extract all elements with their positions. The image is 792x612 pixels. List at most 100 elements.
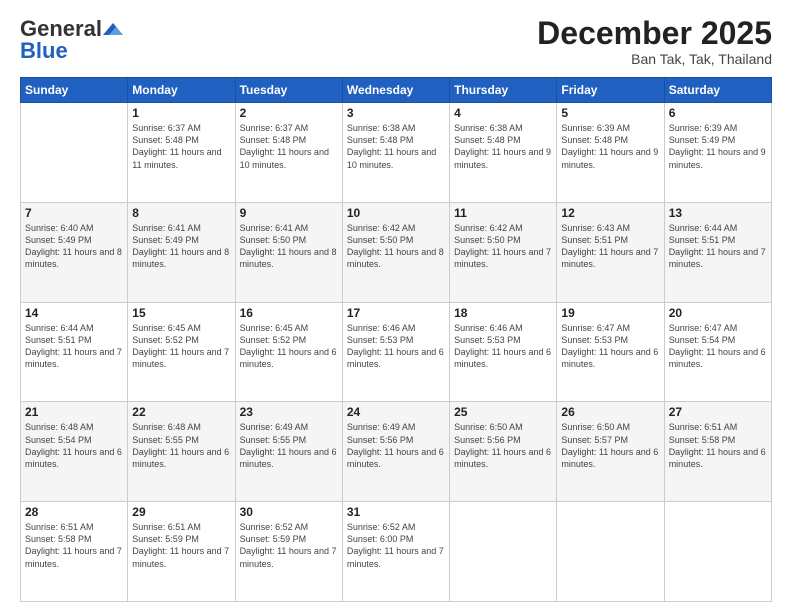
- day-info: Sunrise: 6:39 AM Sunset: 5:48 PM Dayligh…: [561, 122, 659, 171]
- table-row: 6 Sunrise: 6:39 AM Sunset: 5:49 PM Dayli…: [664, 103, 771, 203]
- day-info: Sunrise: 6:48 AM Sunset: 5:55 PM Dayligh…: [132, 421, 230, 470]
- day-number: 9: [240, 206, 338, 220]
- header: General Blue December 2025 Ban Tak, Tak,…: [20, 16, 772, 67]
- sunrise-text: Sunrise: 6:38 AM: [454, 122, 552, 134]
- page: General Blue December 2025 Ban Tak, Tak,…: [0, 0, 792, 612]
- sunrise-text: Sunrise: 6:46 AM: [347, 322, 445, 334]
- table-row: 3 Sunrise: 6:38 AM Sunset: 5:48 PM Dayli…: [342, 103, 449, 203]
- daylight-text: Daylight: 11 hours and 6 minutes.: [25, 446, 123, 470]
- logo-blue: Blue: [20, 38, 68, 64]
- table-row: 31 Sunrise: 6:52 AM Sunset: 6:00 PM Dayl…: [342, 502, 449, 602]
- sunrise-text: Sunrise: 6:45 AM: [132, 322, 230, 334]
- table-row: 26 Sunrise: 6:50 AM Sunset: 5:57 PM Dayl…: [557, 402, 664, 502]
- daylight-text: Daylight: 11 hours and 10 minutes.: [347, 146, 445, 170]
- day-number: 18: [454, 306, 552, 320]
- daylight-text: Daylight: 11 hours and 7 minutes.: [454, 246, 552, 270]
- table-row: 12 Sunrise: 6:43 AM Sunset: 5:51 PM Dayl…: [557, 202, 664, 302]
- table-row: 9 Sunrise: 6:41 AM Sunset: 5:50 PM Dayli…: [235, 202, 342, 302]
- col-tuesday: Tuesday: [235, 78, 342, 103]
- day-info: Sunrise: 6:46 AM Sunset: 5:53 PM Dayligh…: [347, 322, 445, 371]
- day-number: 24: [347, 405, 445, 419]
- day-number: 31: [347, 505, 445, 519]
- day-number: 11: [454, 206, 552, 220]
- daylight-text: Daylight: 11 hours and 11 minutes.: [132, 146, 230, 170]
- daylight-text: Daylight: 11 hours and 6 minutes.: [669, 346, 767, 370]
- daylight-text: Daylight: 11 hours and 7 minutes.: [240, 545, 338, 569]
- calendar-week-1: 7 Sunrise: 6:40 AM Sunset: 5:49 PM Dayli…: [21, 202, 772, 302]
- day-info: Sunrise: 6:41 AM Sunset: 5:49 PM Dayligh…: [132, 222, 230, 271]
- calendar-week-3: 21 Sunrise: 6:48 AM Sunset: 5:54 PM Dayl…: [21, 402, 772, 502]
- sunset-text: Sunset: 5:48 PM: [347, 134, 445, 146]
- sunrise-text: Sunrise: 6:37 AM: [132, 122, 230, 134]
- sunset-text: Sunset: 5:59 PM: [240, 533, 338, 545]
- col-friday: Friday: [557, 78, 664, 103]
- col-wednesday: Wednesday: [342, 78, 449, 103]
- table-row: 15 Sunrise: 6:45 AM Sunset: 5:52 PM Dayl…: [128, 302, 235, 402]
- table-row: 21 Sunrise: 6:48 AM Sunset: 5:54 PM Dayl…: [21, 402, 128, 502]
- day-number: 26: [561, 405, 659, 419]
- day-number: 6: [669, 106, 767, 120]
- day-number: 19: [561, 306, 659, 320]
- sunset-text: Sunset: 5:48 PM: [454, 134, 552, 146]
- col-saturday: Saturday: [664, 78, 771, 103]
- daylight-text: Daylight: 11 hours and 6 minutes.: [561, 346, 659, 370]
- sunset-text: Sunset: 5:55 PM: [240, 434, 338, 446]
- sunset-text: Sunset: 5:53 PM: [347, 334, 445, 346]
- table-row: 16 Sunrise: 6:45 AM Sunset: 5:52 PM Dayl…: [235, 302, 342, 402]
- sunset-text: Sunset: 5:52 PM: [240, 334, 338, 346]
- day-number: 27: [669, 405, 767, 419]
- title-area: December 2025 Ban Tak, Tak, Thailand: [537, 16, 772, 67]
- day-number: 23: [240, 405, 338, 419]
- day-number: 2: [240, 106, 338, 120]
- day-info: Sunrise: 6:37 AM Sunset: 5:48 PM Dayligh…: [240, 122, 338, 171]
- day-number: 4: [454, 106, 552, 120]
- day-info: Sunrise: 6:38 AM Sunset: 5:48 PM Dayligh…: [454, 122, 552, 171]
- day-number: 22: [132, 405, 230, 419]
- daylight-text: Daylight: 11 hours and 6 minutes.: [454, 446, 552, 470]
- sunrise-text: Sunrise: 6:52 AM: [347, 521, 445, 533]
- daylight-text: Daylight: 11 hours and 7 minutes.: [132, 545, 230, 569]
- sunset-text: Sunset: 5:50 PM: [454, 234, 552, 246]
- sunset-text: Sunset: 5:58 PM: [25, 533, 123, 545]
- day-info: Sunrise: 6:44 AM Sunset: 5:51 PM Dayligh…: [25, 322, 123, 371]
- month-title: December 2025: [537, 16, 772, 51]
- sunrise-text: Sunrise: 6:52 AM: [240, 521, 338, 533]
- day-number: 15: [132, 306, 230, 320]
- day-info: Sunrise: 6:38 AM Sunset: 5:48 PM Dayligh…: [347, 122, 445, 171]
- day-info: Sunrise: 6:50 AM Sunset: 5:57 PM Dayligh…: [561, 421, 659, 470]
- daylight-text: Daylight: 11 hours and 7 minutes.: [25, 545, 123, 569]
- sunset-text: Sunset: 5:58 PM: [669, 434, 767, 446]
- sunset-text: Sunset: 5:49 PM: [669, 134, 767, 146]
- col-sunday: Sunday: [21, 78, 128, 103]
- daylight-text: Daylight: 11 hours and 8 minutes.: [25, 246, 123, 270]
- sunset-text: Sunset: 5:48 PM: [240, 134, 338, 146]
- table-row: 22 Sunrise: 6:48 AM Sunset: 5:55 PM Dayl…: [128, 402, 235, 502]
- day-info: Sunrise: 6:52 AM Sunset: 5:59 PM Dayligh…: [240, 521, 338, 570]
- day-number: 14: [25, 306, 123, 320]
- day-info: Sunrise: 6:51 AM Sunset: 5:59 PM Dayligh…: [132, 521, 230, 570]
- logo: General Blue: [20, 16, 124, 64]
- day-number: 13: [669, 206, 767, 220]
- day-info: Sunrise: 6:51 AM Sunset: 5:58 PM Dayligh…: [669, 421, 767, 470]
- daylight-text: Daylight: 11 hours and 6 minutes.: [347, 446, 445, 470]
- sunset-text: Sunset: 5:54 PM: [669, 334, 767, 346]
- sunset-text: Sunset: 5:49 PM: [25, 234, 123, 246]
- day-info: Sunrise: 6:46 AM Sunset: 5:53 PM Dayligh…: [454, 322, 552, 371]
- sunrise-text: Sunrise: 6:39 AM: [561, 122, 659, 134]
- sunrise-text: Sunrise: 6:50 AM: [454, 421, 552, 433]
- sunrise-text: Sunrise: 6:50 AM: [561, 421, 659, 433]
- day-info: Sunrise: 6:39 AM Sunset: 5:49 PM Dayligh…: [669, 122, 767, 171]
- day-info: Sunrise: 6:43 AM Sunset: 5:51 PM Dayligh…: [561, 222, 659, 271]
- sunrise-text: Sunrise: 6:43 AM: [561, 222, 659, 234]
- day-info: Sunrise: 6:49 AM Sunset: 5:55 PM Dayligh…: [240, 421, 338, 470]
- sunrise-text: Sunrise: 6:48 AM: [132, 421, 230, 433]
- day-number: 10: [347, 206, 445, 220]
- table-row: 13 Sunrise: 6:44 AM Sunset: 5:51 PM Dayl…: [664, 202, 771, 302]
- day-info: Sunrise: 6:47 AM Sunset: 5:54 PM Dayligh…: [669, 322, 767, 371]
- daylight-text: Daylight: 11 hours and 9 minutes.: [669, 146, 767, 170]
- sunrise-text: Sunrise: 6:47 AM: [561, 322, 659, 334]
- calendar-week-2: 14 Sunrise: 6:44 AM Sunset: 5:51 PM Dayl…: [21, 302, 772, 402]
- sunrise-text: Sunrise: 6:38 AM: [347, 122, 445, 134]
- day-number: 5: [561, 106, 659, 120]
- table-row: 17 Sunrise: 6:46 AM Sunset: 5:53 PM Dayl…: [342, 302, 449, 402]
